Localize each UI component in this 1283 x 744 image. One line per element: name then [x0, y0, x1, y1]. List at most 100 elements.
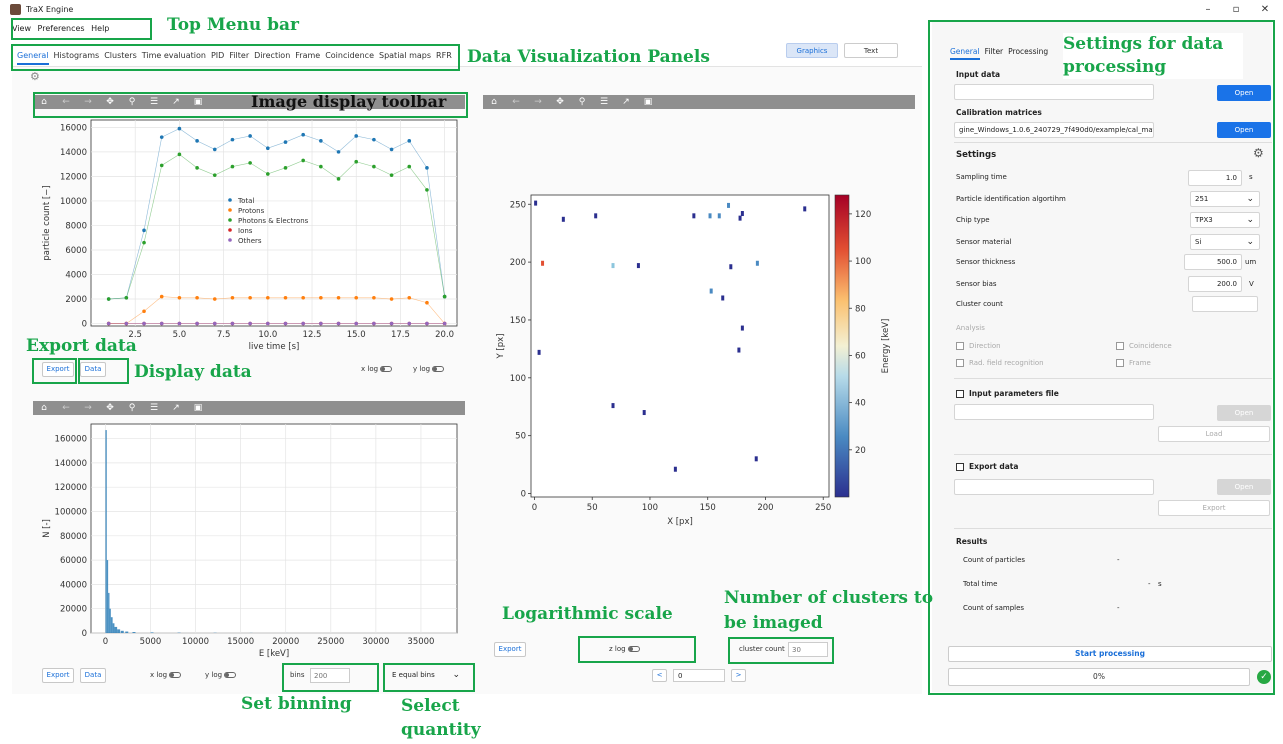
pan-icon[interactable]: ✥ — [99, 401, 121, 415]
data-point — [195, 295, 199, 300]
close-button[interactable]: ✕ — [1255, 4, 1275, 15]
annotation-data-box — [78, 358, 129, 384]
data-point — [389, 147, 394, 152]
zoom-icon[interactable]: ⚲ — [121, 401, 143, 415]
back-arrow-icon[interactable]: ← — [55, 401, 77, 415]
y-tick-label: 20000 — [60, 605, 87, 615]
y-tick-label: 100 — [510, 374, 526, 384]
plot3-export-button[interactable]: Export — [494, 642, 526, 657]
plot1-ylog-toggle[interactable] — [432, 366, 445, 372]
y-tick-label: 50 — [515, 432, 526, 442]
cluster-mark — [636, 263, 640, 269]
frame-index-field[interactable]: 0 — [673, 669, 725, 682]
cluster-mark — [740, 211, 744, 217]
legend-label: Ions — [238, 227, 253, 235]
save-icon[interactable]: ▣ — [187, 401, 209, 415]
forward-arrow-icon[interactable]: → — [527, 95, 549, 109]
plot2-export-button[interactable]: Export — [42, 668, 74, 683]
data-point — [195, 139, 199, 143]
data-point — [248, 321, 252, 326]
colorbar-tick-label: 40 — [855, 399, 866, 409]
y-tick-label: 200 — [510, 258, 526, 268]
configure-icon[interactable]: ☰ — [593, 95, 615, 109]
data-point — [336, 177, 341, 181]
y-axis-label: particle count [−] — [42, 185, 52, 260]
forward-arrow-icon[interactable]: → — [77, 401, 99, 415]
plot1-xlog-label: x log — [361, 365, 393, 373]
configure-icon[interactable]: ☰ — [143, 401, 165, 415]
histogram-bar — [106, 560, 109, 633]
annotation-clusters: Number of clusters to be imaged — [724, 588, 934, 633]
data-point — [319, 295, 323, 300]
annotation-display: Display data — [134, 362, 252, 382]
gear-icon[interactable]: ⚙ — [30, 70, 40, 83]
histogram-bar — [117, 629, 121, 633]
cluster-mark — [692, 213, 696, 219]
x-tick-label: 5.0 — [173, 330, 187, 340]
y-axis-label: N [-] — [42, 519, 52, 538]
save-icon[interactable]: ▣ — [637, 95, 659, 109]
data-point — [336, 321, 341, 326]
histogram-bar — [110, 617, 113, 633]
back-arrow-icon[interactable]: ← — [505, 95, 527, 109]
home-icon[interactable]: ⌂ — [483, 95, 505, 109]
histogram-bar — [109, 608, 111, 633]
y-tick-label: 100000 — [55, 507, 87, 517]
minimize-button[interactable]: – — [1198, 4, 1218, 15]
data-point — [301, 158, 305, 163]
cluster-mark — [594, 213, 598, 219]
data-point — [106, 297, 111, 301]
data-point — [301, 132, 305, 137]
pan-icon[interactable]: ✥ — [549, 95, 571, 109]
edit-axes-icon[interactable]: ↗ — [615, 95, 637, 109]
next-button[interactable]: > — [731, 669, 746, 682]
data-point — [301, 321, 305, 326]
annotation-export-box — [32, 358, 77, 384]
graphics-view-button[interactable]: Graphics — [786, 43, 838, 58]
annotation-bins-box — [282, 663, 379, 692]
data-point — [354, 159, 359, 164]
annotation-panels: Data Visualization Panels — [467, 47, 710, 67]
data-point — [106, 321, 111, 326]
home-icon[interactable]: ⌂ — [33, 401, 55, 415]
plot-area — [530, 194, 830, 498]
cluster-image-chart: 0 50 100 150 200 250 0 50 100 150 200 250 X [px] Y [p… — [496, 194, 891, 527]
x-tick-label: 150 — [700, 503, 716, 513]
colorbar-tick-label: 20 — [855, 446, 866, 456]
zoom-icon[interactable]: ⚲ — [571, 95, 593, 109]
data-point — [283, 295, 288, 300]
data-point — [212, 147, 217, 152]
text-view-button[interactable]: Text — [844, 43, 898, 58]
data-point — [425, 321, 429, 326]
annotation-log: Logarithmic scale — [502, 604, 673, 624]
histogram-bar — [114, 626, 118, 633]
y-tick-label: 150 — [510, 316, 526, 326]
y-tick-label: 4000 — [65, 271, 87, 281]
annotation-settings: Settings for data processing — [1063, 33, 1243, 79]
x-tick-label: 20.0 — [435, 330, 454, 340]
data-point — [177, 152, 182, 157]
annotation-settings-box — [928, 20, 1275, 695]
plot2-ylog-toggle[interactable] — [224, 672, 237, 678]
cluster-mark — [727, 202, 731, 208]
data-point — [425, 188, 429, 192]
y-tick-label: 10000 — [60, 197, 87, 207]
edit-axes-icon[interactable]: ↗ — [165, 401, 187, 415]
annotation-export: Export data — [26, 336, 137, 356]
plot1-xlog-toggle[interactable] — [380, 366, 393, 372]
plot-area — [90, 423, 458, 634]
y-tick-label: 140000 — [55, 459, 87, 469]
data-point — [266, 321, 270, 326]
data-point — [425, 300, 429, 305]
x-tick-label: 250 — [815, 503, 831, 513]
cluster-mark — [755, 260, 759, 266]
window-title: TraX Engine — [26, 5, 74, 14]
plot2-xlog-toggle[interactable] — [169, 672, 182, 678]
plot2-data-button[interactable]: Data — [80, 668, 106, 683]
colorbar-tick-label: 60 — [855, 351, 866, 361]
y-tick-label: 16000 — [60, 123, 87, 133]
colorbar-tick-label: 100 — [855, 257, 871, 267]
maximize-button[interactable]: ▫ — [1226, 4, 1246, 15]
previous-button[interactable]: < — [652, 669, 667, 682]
colorbar-tick-label: 120 — [855, 210, 871, 220]
